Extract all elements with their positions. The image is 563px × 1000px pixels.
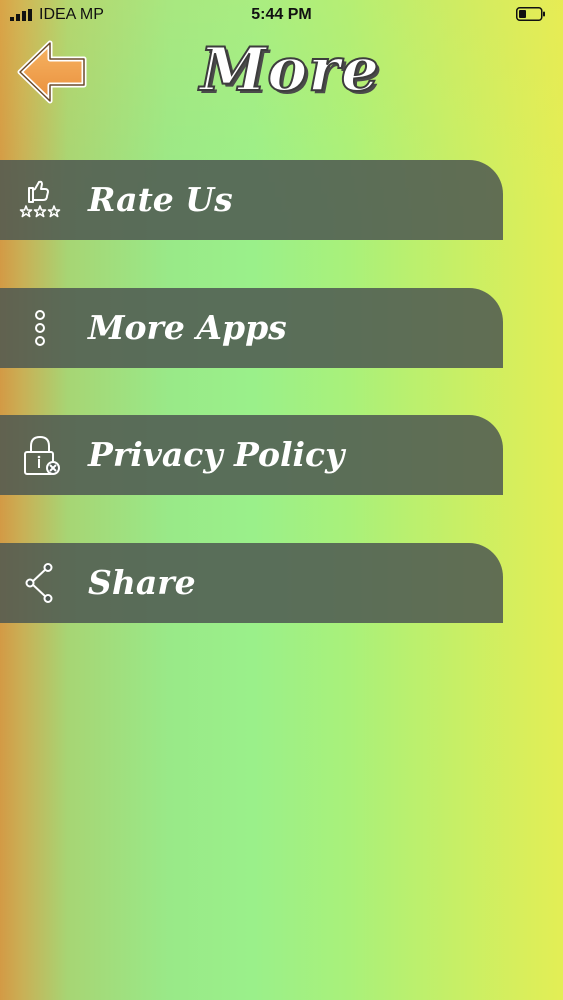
page-title: More xyxy=(199,34,381,106)
menu-item-label: More Apps xyxy=(88,308,287,347)
menu-item-rate-us[interactable]: Rate Us xyxy=(0,160,503,240)
menu-item-label: Share xyxy=(88,563,196,602)
thumbs-up-stars-icon xyxy=(19,180,61,218)
share-icon xyxy=(25,563,53,603)
arrow-left-icon xyxy=(17,40,87,104)
lock-icon xyxy=(24,436,60,475)
menu-item-label: Rate Us xyxy=(88,180,233,219)
status-time: 5:44 PM xyxy=(251,6,312,23)
menu-item-privacy-policy[interactable]: Privacy Policy xyxy=(0,415,503,495)
menu-item-label: Privacy Policy xyxy=(88,435,345,474)
menu-item-share[interactable]: Share xyxy=(0,543,503,623)
battery-icon xyxy=(516,7,545,21)
more-vertical-icon xyxy=(35,310,45,346)
menu-item-more-apps[interactable]: More Apps xyxy=(0,288,503,368)
back-button[interactable] xyxy=(16,38,90,106)
